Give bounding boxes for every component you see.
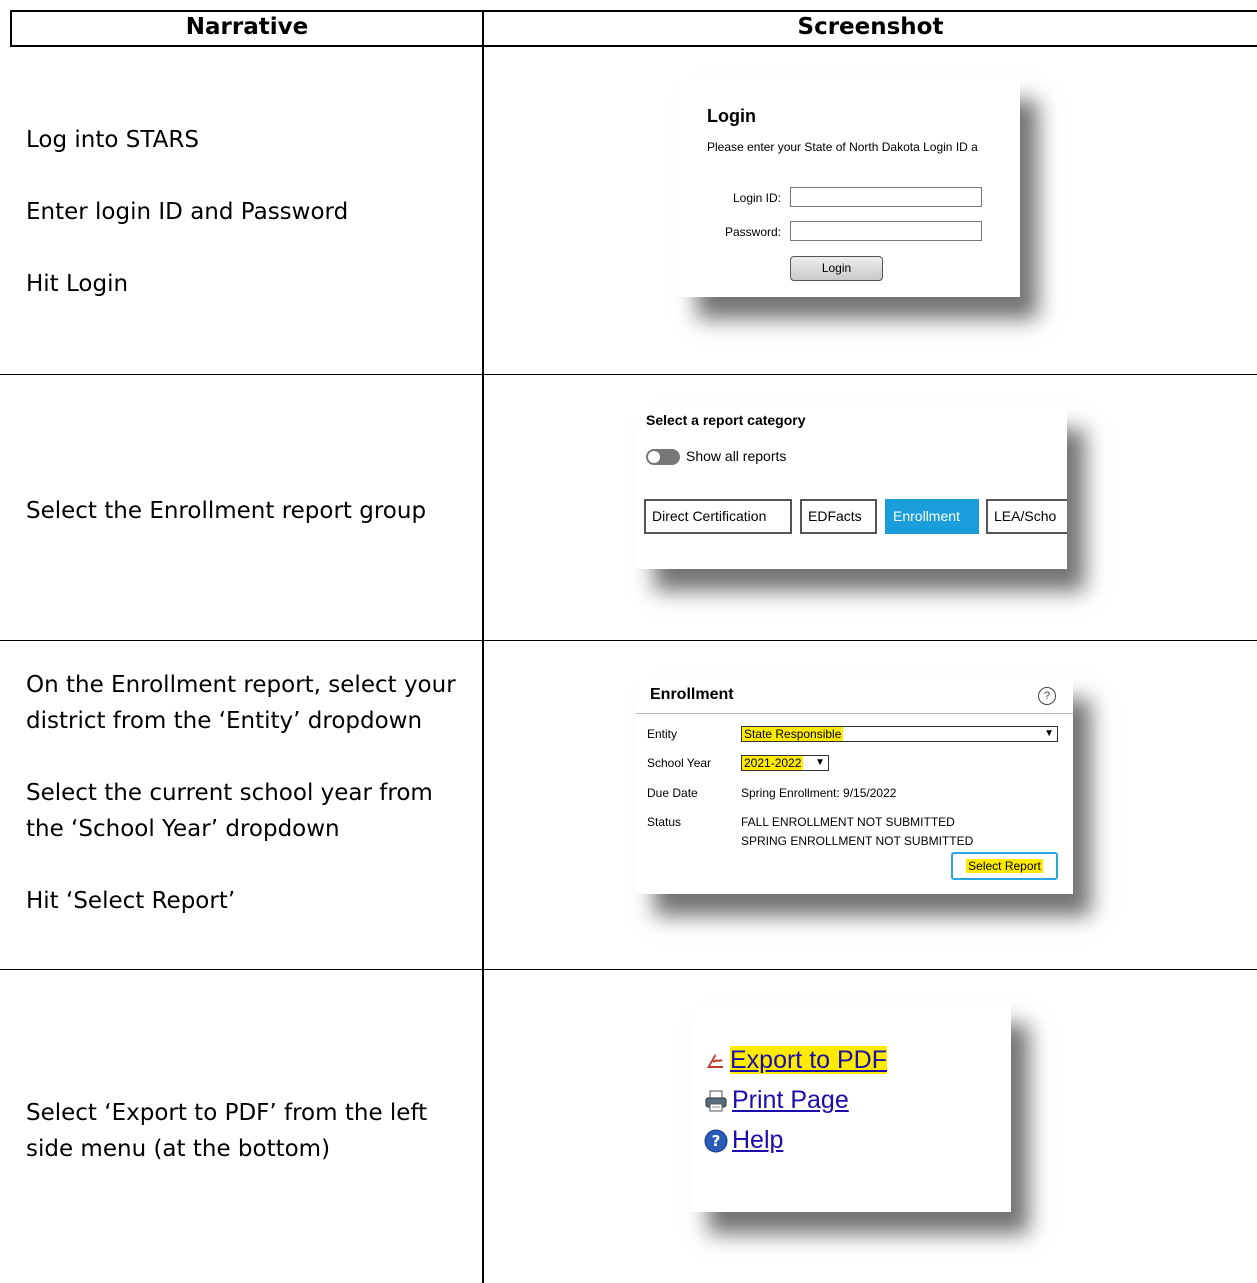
show-all-toggle[interactable]	[646, 449, 680, 465]
school-year-label: School Year	[647, 756, 712, 770]
help-icon: ?	[704, 1129, 728, 1153]
step-text: On the Enrollment report, select your di…	[26, 672, 456, 734]
login-subtitle: Please enter your State of North Dakota …	[707, 140, 978, 154]
row1-narrative: Log into STARS Enter login ID and Passwo…	[26, 122, 466, 302]
select-report-label: Select Report	[966, 859, 1043, 873]
chevron-down-icon: ▼	[1044, 728, 1054, 739]
category-lea-school-button[interactable]: LEA/Scho	[986, 499, 1067, 534]
help-link[interactable]: Help	[732, 1126, 783, 1154]
header-screenshot: Screenshot	[797, 14, 944, 40]
print-page-menu-item[interactable]: Print Page	[704, 1086, 849, 1115]
status-label: Status	[647, 815, 682, 829]
status-line-fall: FALL ENROLLMENT NOT SUBMITTED	[741, 815, 955, 829]
category-direct-certification-button[interactable]: Direct Certification	[644, 499, 792, 534]
export-pdf-menu-item[interactable]: Export to PDF	[704, 1046, 887, 1075]
step-text: Enter login ID and Password	[26, 199, 349, 225]
step-text: Hit ‘Select Report’	[26, 888, 236, 914]
print-page-link[interactable]: Print Page	[732, 1086, 849, 1114]
status-line-spring: SPRING ENROLLMENT NOT SUBMITTED	[741, 834, 974, 848]
school-year-value: 2021-2022	[742, 756, 804, 770]
due-date-value: Spring Enrollment: 9/15/2022	[741, 786, 897, 800]
header-divider	[10, 45, 1257, 47]
row3-narrative: On the Enrollment report, select your di…	[26, 667, 466, 919]
login-button[interactable]: Login	[790, 256, 883, 281]
svg-text:?: ?	[712, 1132, 721, 1150]
step-text: Select the Enrollment report group	[26, 498, 427, 524]
step-text: Select the current school year from the …	[26, 780, 433, 842]
question-circle-icon[interactable]: ?	[1038, 687, 1056, 705]
school-year-dropdown[interactable]: 2021-2022 ▼	[741, 755, 829, 771]
step-text: Select ‘Export to PDF’ from the left sid…	[26, 1100, 428, 1162]
entity-value: State Responsible	[742, 727, 844, 741]
report-category-screenshot: Select a report category Show all report…	[636, 407, 1067, 569]
instruction-page: Narrative Screenshot Log into STARS Ente…	[0, 0, 1257, 1283]
login-title: Login	[707, 106, 756, 126]
row4-narrative: Select ‘Export to PDF’ from the left sid…	[26, 1095, 466, 1167]
show-all-label: Show all reports	[686, 448, 787, 464]
enrollment-title: Enrollment	[650, 686, 734, 703]
password-input[interactable]	[790, 221, 982, 241]
row-divider-1	[0, 374, 1257, 375]
chevron-down-icon: ▼	[815, 757, 825, 768]
category-enrollment-button[interactable]: Enrollment	[885, 499, 979, 534]
entity-dropdown[interactable]: State Responsible ▼	[741, 726, 1058, 742]
toggle-knob	[648, 451, 660, 463]
pdf-icon	[707, 1054, 723, 1069]
help-menu-item[interactable]: ? Help	[704, 1126, 783, 1155]
login-id-label: Login ID:	[732, 191, 781, 205]
entity-label: Entity	[647, 727, 678, 741]
select-report-button[interactable]: Select Report	[951, 852, 1058, 880]
header-narrative: Narrative	[185, 14, 309, 40]
export-pdf-link[interactable]: Export to PDF	[730, 1046, 887, 1074]
row-divider-2	[0, 640, 1257, 641]
category-title: Select a report category	[646, 412, 806, 428]
login-screenshot: Login Please enter your State of North D…	[679, 78, 1020, 297]
divider	[636, 713, 1073, 714]
table-border-top	[10, 10, 1257, 12]
column-divider	[482, 10, 484, 1283]
due-date-label: Due Date	[647, 786, 698, 800]
category-edfacts-button[interactable]: EDFacts	[800, 499, 877, 534]
password-label: Password:	[724, 225, 781, 239]
row2-narrative: Select the Enrollment report group	[26, 493, 466, 529]
enrollment-screenshot: Enrollment ? Entity State Responsible ▼ …	[636, 677, 1073, 894]
printer-icon	[705, 1090, 727, 1112]
login-id-input[interactable]	[790, 187, 982, 207]
row-divider-3	[0, 969, 1257, 970]
step-text: Log into STARS	[26, 127, 199, 153]
step-text: Hit Login	[26, 271, 129, 297]
side-menu-screenshot: Export to PDF Print Page ? Help	[690, 1002, 1011, 1212]
